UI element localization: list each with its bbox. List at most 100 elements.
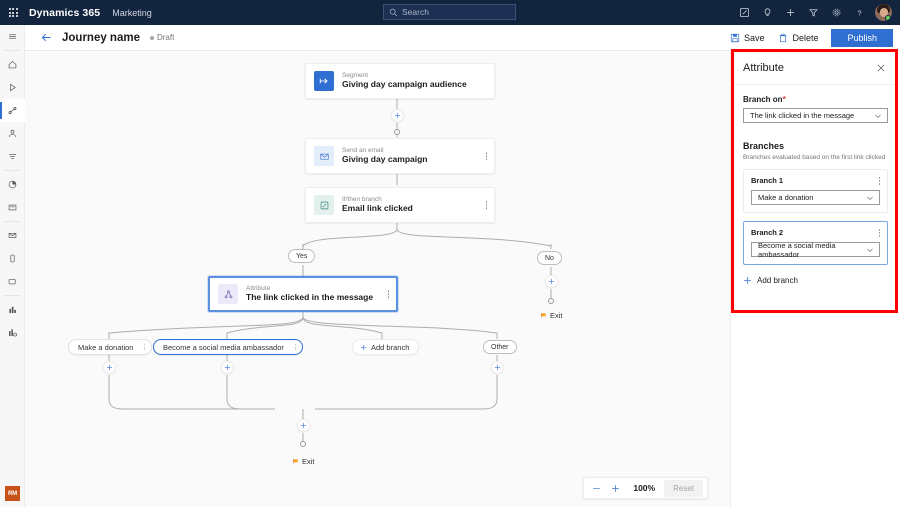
search-input[interactable] [402, 7, 502, 17]
add-step-button-other[interactable] [491, 361, 504, 374]
trash-icon [778, 33, 788, 43]
avatar[interactable] [875, 4, 892, 21]
branches-section-subtitle: Branches evaluated based on the first li… [743, 154, 888, 161]
node-name: Email link clicked [342, 204, 413, 214]
sidebar-item-insights[interactable] [0, 321, 25, 344]
branch-pill-menu[interactable] [295, 344, 296, 350]
publish-button[interactable]: Publish [831, 29, 893, 47]
sidebar-item-reports[interactable] [0, 298, 25, 321]
branch-card-menu[interactable] [879, 177, 881, 185]
exit-node-no[interactable]: Exit [540, 311, 563, 320]
sidebar-item-push[interactable] [0, 270, 25, 293]
save-button[interactable]: Save [723, 30, 772, 46]
panel-header: Attribute [731, 51, 900, 85]
lightbulb-icon[interactable] [756, 0, 779, 25]
help-icon[interactable]: ? [848, 0, 871, 25]
add-step-button-branch2[interactable] [221, 361, 234, 374]
sidebar-item-segments[interactable] [0, 145, 25, 168]
panel-add-branch-button[interactable]: Add branch [743, 276, 888, 285]
nav-menu-icon[interactable] [0, 25, 25, 48]
segments-icon [7, 151, 18, 162]
zoom-level: 100% [626, 483, 662, 493]
branch-on-label-text: Branch on [743, 95, 783, 104]
zoom-reset-button[interactable]: Reset [664, 480, 703, 497]
add-step-button-branch1[interactable] [103, 361, 116, 374]
panel-title: Attribute [743, 62, 784, 74]
push-icon [7, 276, 18, 287]
branch-2-select[interactable]: Become a social media ambassador [751, 242, 880, 257]
add-step-button-1[interactable] [391, 109, 404, 122]
panel-add-branch-label: Add branch [757, 276, 798, 285]
sidebar-item-analytics[interactable] [0, 173, 25, 196]
email-icon [7, 230, 18, 241]
reports-icon [7, 304, 18, 315]
add-step-button-no[interactable] [545, 275, 558, 288]
branch-on-label: Branch on* [743, 95, 888, 104]
edit-icon[interactable] [733, 0, 756, 25]
required-marker: * [783, 95, 786, 104]
node-if-then-branch[interactable]: If/then branch Email link clicked [305, 187, 495, 223]
divider [4, 50, 20, 51]
branch-on-select[interactable]: The link clicked in the message [743, 108, 888, 123]
condition-label-no[interactable]: No [537, 251, 562, 265]
node-name: Giving day campaign [342, 155, 428, 165]
branch-pill-label: Become a social media ambassador [163, 343, 284, 352]
branch-pill-menu[interactable] [144, 344, 145, 350]
global-search[interactable] [383, 4, 516, 20]
node-send-an-email[interactable]: Send an email Giving day campaign [305, 138, 495, 174]
chevron-down-icon [874, 112, 882, 120]
sidebar-item-customers[interactable] [0, 122, 25, 145]
flag-icon [292, 458, 299, 465]
branch-pill-become-a-social-media-ambassador[interactable]: Become a social media ambassador [153, 339, 303, 355]
brand-title[interactable]: Dynamics 365 [29, 7, 100, 19]
close-icon[interactable] [874, 61, 888, 75]
add-branch-button[interactable]: Add branch [352, 339, 419, 355]
divider [4, 221, 20, 222]
sidebar-item-emails[interactable] [0, 224, 25, 247]
journey-canvas[interactable]: Segment Giving day campaign audience Sen… [25, 51, 730, 507]
sidebar-item-recent[interactable] [0, 76, 25, 99]
add-branch-label: Add branch [371, 343, 409, 352]
condition-label-yes[interactable]: Yes [288, 249, 315, 263]
sidebar-item-journeys[interactable] [0, 99, 25, 122]
back-arrow-icon[interactable] [38, 30, 54, 46]
delete-button[interactable]: Delete [771, 30, 825, 46]
plus-icon [743, 276, 752, 285]
condition-label-other[interactable]: Other [483, 340, 517, 354]
node-menu-button[interactable] [486, 201, 488, 209]
branch-pill-make-a-donation[interactable]: Make a donation [68, 339, 152, 355]
sidebar-item-forms[interactable] [0, 196, 25, 219]
branch-1-value: Make a donation [758, 193, 813, 202]
customers-icon [7, 128, 18, 139]
branch-pill-label: Make a donation [78, 343, 133, 352]
chevron-down-icon [866, 194, 874, 202]
sidebar-item-mobile[interactable] [0, 247, 25, 270]
email-icon [314, 146, 334, 166]
branch-card-2[interactable]: Branch 2 Become a social media ambassado… [743, 221, 888, 265]
node-attribute[interactable]: Attribute The link clicked in the messag… [208, 276, 398, 312]
command-bar: Journey name Draft Save Delete Publish [0, 25, 900, 51]
recent-icon [7, 82, 18, 93]
branch-card-menu[interactable] [879, 229, 881, 237]
app-launcher-icon[interactable] [0, 0, 26, 25]
status-text: Draft [157, 33, 174, 42]
branch-card-title: Branch 1 [751, 176, 880, 185]
branch-1-select[interactable]: Make a donation [751, 190, 880, 205]
node-menu-button[interactable] [486, 152, 488, 160]
gear-icon[interactable] [825, 0, 848, 25]
sidebar-item-home[interactable] [0, 53, 25, 76]
presence-badge [885, 15, 891, 21]
user-org-badge[interactable]: RM [5, 486, 20, 501]
branch-card-1[interactable]: Branch 1 Make a donation [743, 169, 888, 213]
node-segment[interactable]: Segment Giving day campaign audience [305, 63, 495, 99]
zoom-in-button[interactable] [607, 480, 624, 497]
filter-icon[interactable] [802, 0, 825, 25]
zoom-out-button[interactable] [588, 480, 605, 497]
plus-icon[interactable] [779, 0, 802, 25]
node-menu-button[interactable] [388, 290, 390, 298]
app-area-label[interactable]: Marketing [112, 8, 152, 18]
insights-icon [7, 327, 18, 338]
add-step-button-merge[interactable] [297, 419, 310, 432]
status-badge: Draft [150, 33, 174, 42]
exit-node-main[interactable]: Exit [292, 457, 315, 466]
